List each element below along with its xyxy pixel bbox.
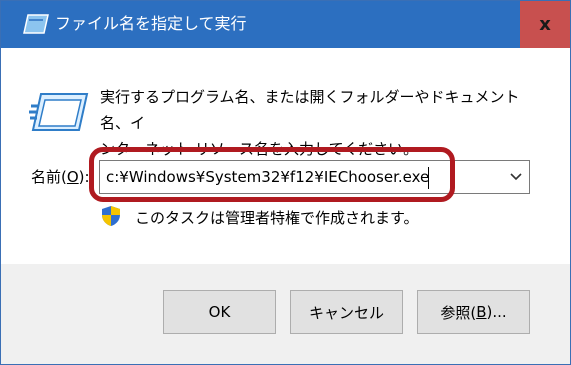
dialog-content: 実行するプログラム名、または開くフォルダーやドキュメント名、イ ンターネット リ… — [1, 48, 570, 264]
open-label: 名前(O): — [31, 167, 90, 187]
close-icon: x — [539, 14, 551, 35]
ok-button-label: OK — [208, 303, 231, 321]
cancel-button-label: キャンセル — [308, 303, 384, 322]
admin-privilege-note: このタスクは管理者特権で作成されます。 — [135, 209, 419, 227]
close-button[interactable]: x — [520, 1, 570, 48]
run-dialog-icon — [29, 93, 89, 131]
ok-button[interactable]: OK — [163, 290, 276, 334]
uac-shield-icon — [102, 206, 120, 226]
cancel-button[interactable]: キャンセル — [290, 290, 403, 334]
window-title: ファイル名を指定して実行 — [55, 14, 247, 33]
run-app-icon — [23, 14, 49, 34]
run-dialog: ファイル名を指定して実行 x 実行するプログラム名、または開くフォルダーやドキュ… — [0, 0, 571, 365]
open-label-suffix: ): — [78, 168, 90, 186]
browse-button-prefix: 参照( — [440, 303, 477, 322]
browse-button-suffix: )... — [486, 303, 507, 321]
browse-button[interactable]: 参照(B)... — [417, 290, 530, 334]
title-bar[interactable]: ファイル名を指定して実行 x — [1, 1, 570, 48]
annotation-highlight — [89, 147, 455, 202]
chevron-down-icon[interactable] — [507, 168, 525, 186]
open-label-accel: O — [66, 168, 79, 186]
open-label-prefix: 名前( — [31, 168, 67, 186]
browse-button-accel: B — [476, 303, 487, 321]
